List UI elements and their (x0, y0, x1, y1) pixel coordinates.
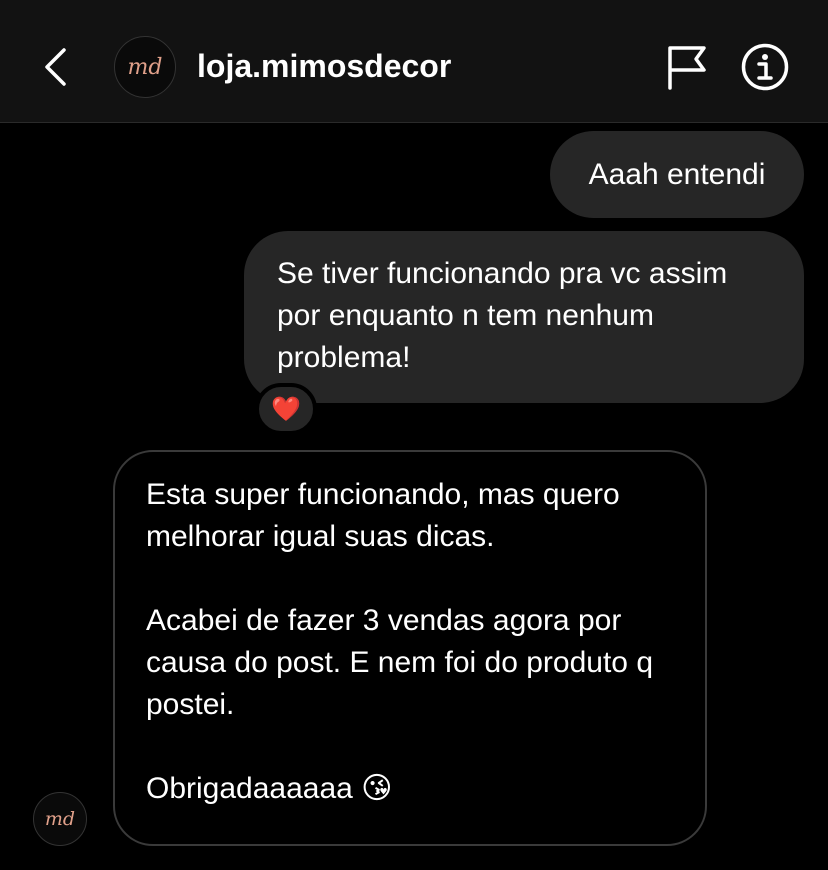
message-paragraph: Esta super funcionando, mas quero melhor… (146, 478, 620, 553)
flag-icon[interactable] (664, 44, 710, 90)
sender-avatar[interactable]: md (33, 792, 87, 846)
chat-title[interactable]: loja.mimosdecor (197, 46, 451, 86)
message-bubble-sent[interactable]: Se tiver funcionando pra vc assim por en… (244, 231, 804, 403)
back-button[interactable] (30, 40, 80, 94)
back-chevron-icon (45, 48, 66, 86)
avatar[interactable]: md (114, 36, 176, 98)
heart-icon: ❤️ (271, 395, 301, 423)
message-line: problema! (277, 341, 411, 374)
avatar-logo-text: md (127, 54, 163, 80)
message-line: por enquanto n tem nenhum (277, 299, 654, 332)
message-bubble-sent[interactable]: Aaah entendi (550, 131, 804, 218)
avatar-logo-text: md (44, 808, 76, 830)
message-paragraph: Obrigadaaaaaa 😘 (146, 772, 393, 805)
message-bubble-received[interactable]: Esta super funcionando, mas quero melhor… (113, 450, 707, 846)
message-line: Se tiver funcionando pra vc assim (277, 257, 728, 290)
message-paragraph: Acabei de fazer 3 vendas agora por causa… (146, 604, 653, 721)
chat-header: md loja.mimosdecor (0, 0, 828, 123)
message-text: Aaah entendi (588, 157, 766, 191)
info-icon[interactable] (740, 42, 790, 92)
heart-reaction[interactable]: ❤️ (255, 383, 317, 435)
